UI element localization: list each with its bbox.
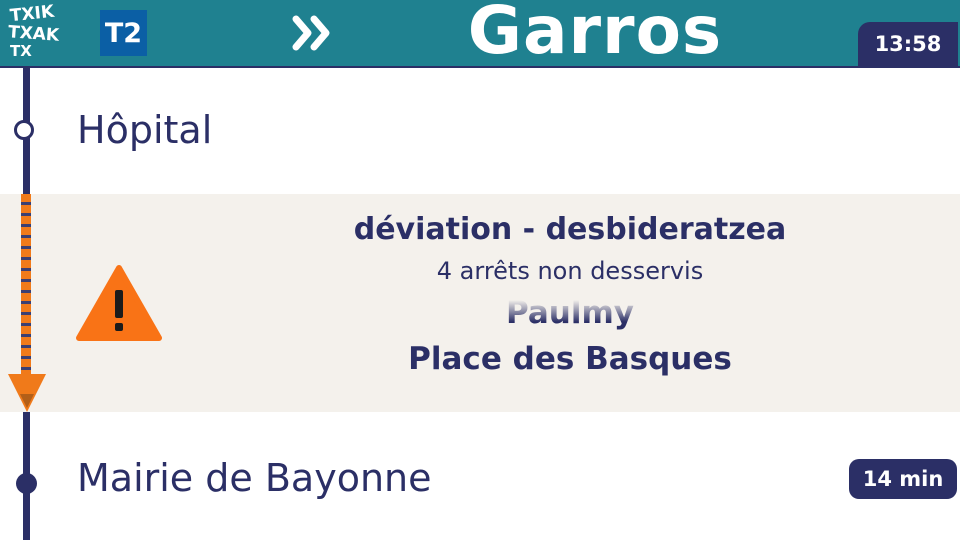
- clock: 13:58: [858, 22, 958, 66]
- ticker-fade-top: [250, 300, 890, 322]
- warning-triangle-icon: [76, 265, 162, 341]
- deviation-arrow-down-icon: [8, 374, 46, 412]
- stop-marker-filled: [16, 473, 37, 494]
- ticker-fade-bottom: [250, 378, 890, 400]
- header-bar: TXIK TXAK TX T2 Garros 13:58: [0, 0, 960, 69]
- line-badge: T2: [100, 10, 147, 56]
- route-line-deviation-segment: [21, 194, 31, 384]
- double-chevron-right-icon: [292, 15, 330, 51]
- deviation-title: déviation - desbideratzea: [353, 212, 787, 247]
- header-divider: [0, 66, 960, 68]
- deviation-subtitle: 4 arrêts non desservis: [436, 257, 704, 285]
- stop-name-hopital: Hôpital: [77, 108, 213, 152]
- logo-text-line-3: TX: [10, 42, 32, 60]
- skipped-stop: Place des Basques: [408, 341, 732, 377]
- destination-title: Garros: [467, 0, 723, 69]
- skipped-stops-ticker: Paulmy Place des Basques: [250, 300, 890, 400]
- stop-marker-open: [14, 120, 34, 140]
- eta-badge: 14 min: [849, 459, 957, 499]
- stop-name-mairie-de-bayonne: Mairie de Bayonne: [77, 456, 432, 500]
- txik-txak-logo: TXIK TXAK TX: [7, 2, 90, 62]
